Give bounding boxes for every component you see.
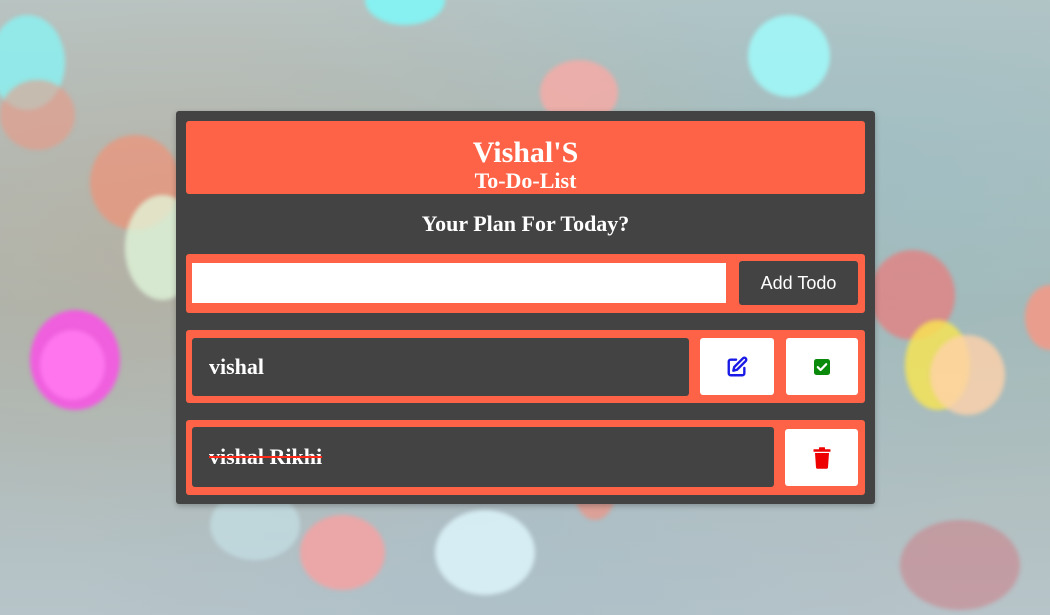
edit-icon: [726, 356, 748, 378]
check-square-icon: [813, 358, 831, 376]
add-todo-row: Add Todo: [186, 254, 865, 313]
todo-input[interactable]: [192, 263, 726, 303]
trash-icon: [813, 446, 831, 469]
add-todo-button[interactable]: Add Todo: [739, 261, 858, 305]
todo-item-text: vishal Rikhi: [192, 427, 774, 487]
todo-app-panel: Vishal'S To-Do-List Your Plan For Today?…: [176, 111, 875, 504]
plan-prompt: Your Plan For Today?: [421, 211, 630, 236]
todo-item: vishal Rikhi: [186, 420, 865, 495]
app-title: Vishal'S: [472, 136, 579, 169]
complete-todo-button[interactable]: [786, 338, 858, 395]
todo-item-text: vishal: [192, 338, 689, 396]
todo-item: vishal: [186, 330, 865, 403]
delete-todo-button[interactable]: [785, 429, 858, 486]
app-subtitle: To-Do-List: [474, 168, 577, 193]
edit-todo-button[interactable]: [700, 338, 774, 395]
app-header: Vishal'S To-Do-List: [186, 121, 865, 194]
